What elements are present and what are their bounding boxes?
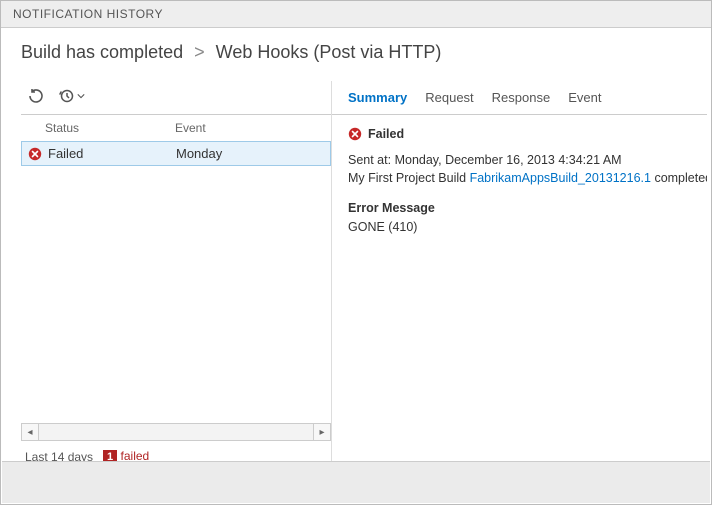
window-bottom-bar [2, 461, 710, 503]
row-event: Monday [172, 146, 330, 161]
panel-title: NOTIFICATION HISTORY [13, 7, 163, 21]
tab-event[interactable]: Event [568, 90, 601, 105]
detail-body: Failed Sent at: Monday, December 16, 201… [332, 115, 707, 246]
error-body: GONE (410) [348, 218, 691, 236]
scroll-left-button[interactable]: ◂ [21, 423, 39, 441]
grid-header: Status Event [21, 115, 331, 141]
build-link[interactable]: FabrikamAppsBuild_20131216.1 [470, 171, 651, 185]
scroll-track[interactable] [39, 423, 313, 441]
detail-pane: Summary Request Response Event Failed Se… [331, 81, 707, 471]
breadcrumb: Build has completed > Web Hooks (Post vi… [1, 28, 711, 81]
breadcrumb-part1[interactable]: Build has completed [21, 42, 183, 62]
detail-line2-prefix: My First Project Build [348, 171, 466, 185]
table-row[interactable]: Failed Monday [21, 141, 331, 166]
breadcrumb-sep: > [194, 42, 205, 62]
detail-status: Failed [368, 125, 404, 143]
error-icon [348, 127, 362, 141]
scroll-right-button[interactable]: ▸ [313, 423, 331, 441]
row-status: Failed [48, 146, 83, 161]
tab-summary[interactable]: Summary [348, 90, 407, 105]
tab-request[interactable]: Request [425, 90, 473, 105]
col-header-event[interactable]: Event [171, 121, 331, 135]
horizontal-scrollbar[interactable]: ◂ ▸ [21, 423, 331, 441]
breadcrumb-part2: Web Hooks (Post via HTTP) [216, 42, 442, 62]
refresh-icon[interactable] [27, 87, 45, 105]
error-heading: Error Message [348, 199, 691, 217]
sent-at-value: Monday, December 16, 2013 4:34:21 AM [395, 153, 622, 167]
list-toolbar [21, 81, 331, 115]
error-icon [28, 147, 42, 161]
history-dropdown[interactable] [59, 88, 85, 104]
panel-header: NOTIFICATION HISTORY [1, 1, 711, 28]
detail-tabs: Summary Request Response Event [332, 81, 707, 115]
col-header-status[interactable]: Status [21, 121, 171, 135]
chevron-down-icon [77, 93, 85, 99]
sent-at-label: Sent at: [348, 153, 391, 167]
grid-body: Failed Monday [21, 141, 331, 419]
tab-response[interactable]: Response [492, 90, 551, 105]
detail-line2-suffix: completed (Status: Successfully Complete… [654, 171, 707, 185]
history-list-pane: Status Event Failed Monday ◂ ▸ Last 14 d… [1, 81, 331, 471]
